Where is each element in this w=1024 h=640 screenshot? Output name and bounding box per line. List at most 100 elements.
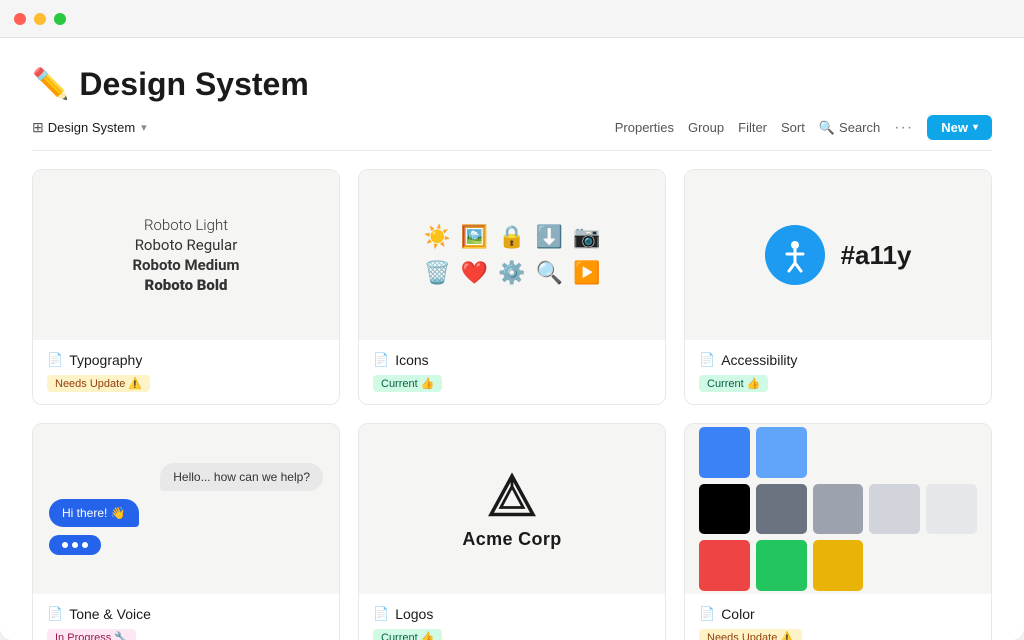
chevron-down-icon: ▾: [973, 122, 978, 133]
card-title: Logos: [395, 606, 433, 622]
page-title: Design System: [79, 66, 308, 103]
status-badge: In Progress 🔧: [47, 629, 136, 640]
swatch-blue: [699, 427, 750, 478]
main-content: ✏️ Design System ⊞ Design System ▾ Prope…: [0, 38, 1024, 640]
breadcrumb-label[interactable]: Design System: [48, 120, 135, 135]
card-title-row: 📄 Accessibility: [699, 352, 977, 368]
camera-icon: 📷: [573, 224, 600, 250]
play-icon: ▶️: [573, 260, 600, 286]
card-preview-accessibility: #a11y: [685, 170, 991, 340]
status-badge: Needs Update ⚠️: [699, 629, 802, 640]
card-body-accessibility: 📄 Accessibility Current 👍: [685, 340, 991, 404]
page-icon: ✏️: [32, 67, 69, 102]
chat-typing-indicator: [49, 535, 101, 555]
swatch-gray1: [756, 484, 807, 535]
swatch-green: [756, 540, 807, 591]
new-label: New: [941, 120, 968, 135]
card-preview-tone: Hello... how can we help? Hi there! 👋: [33, 424, 339, 594]
card-title: Typography: [69, 352, 142, 368]
card-body-logos: 📄 Logos Current 👍: [359, 594, 665, 640]
card-body-icons: 📄 Icons Current 👍: [359, 340, 665, 404]
grid-icon: ⊞: [32, 119, 44, 136]
status-badge: Current 👍: [373, 375, 442, 392]
card-typography[interactable]: Roboto Light Roboto Regular Roboto Mediu…: [32, 169, 340, 405]
group-button[interactable]: Group: [688, 120, 724, 135]
typo-medium: Roboto Medium: [132, 256, 239, 274]
swatch-gray4: [926, 484, 977, 535]
trash-icon: 🗑️: [423, 260, 450, 286]
swatch-black: [699, 484, 750, 535]
chat-dot-3: [82, 542, 88, 548]
swatch-red: [699, 540, 750, 591]
card-title-row: 📄 Color: [699, 606, 977, 622]
icons-preview: ☀️ 🖼️ 🔒 ⬇️ 📷 🗑️ ❤️ ⚙️ 🔍 ▶️: [413, 214, 610, 296]
doc-icon: 📄: [47, 352, 63, 368]
card-title: Accessibility: [721, 352, 797, 368]
swatch-empty-2: [869, 427, 920, 478]
logos-preview: Acme Corp: [462, 469, 561, 550]
swatch-lightblue: [756, 427, 807, 478]
chat-bubble-right: Hello... how can we help?: [160, 463, 323, 491]
card-logos[interactable]: Acme Corp 📄 Logos Current 👍: [358, 423, 666, 640]
new-button[interactable]: New ▾: [927, 115, 992, 140]
swatch-gray2: [813, 484, 864, 535]
swatch-gray3: [869, 484, 920, 535]
card-title: Icons: [395, 352, 428, 368]
toolbar: ⊞ Design System ▾ Properties Group Filte…: [32, 115, 992, 151]
color-grid: [699, 427, 977, 591]
image-icon: 🖼️: [461, 224, 488, 250]
chat-dot-1: [62, 542, 68, 548]
search-button[interactable]: 🔍 Search: [819, 120, 880, 136]
swatch-empty-1: [813, 427, 864, 478]
doc-icon: 📄: [373, 606, 389, 622]
titlebar: [0, 0, 1024, 38]
a11y-circle: [765, 225, 825, 285]
minimize-button[interactable]: [34, 13, 46, 25]
card-color[interactable]: 📄 Color Needs Update ⚠️: [684, 423, 992, 640]
accessibility-preview: #a11y: [765, 225, 912, 285]
a11y-text: #a11y: [841, 240, 912, 271]
card-title-row: 📄 Icons: [373, 352, 651, 368]
swatch-empty-5: [926, 540, 977, 591]
status-badge: Current 👍: [699, 375, 768, 392]
typography-preview: Roboto Light Roboto Regular Roboto Mediu…: [132, 216, 239, 294]
accessibility-person-icon: [777, 237, 813, 273]
status-badge: Needs Update ⚠️: [47, 375, 150, 392]
doc-icon: 📄: [47, 606, 63, 622]
card-body-tone: 📄 Tone & Voice In Progress 🔧: [33, 594, 339, 640]
card-icons[interactable]: ☀️ 🖼️ 🔒 ⬇️ 📷 🗑️ ❤️ ⚙️ 🔍 ▶️ 📄 Icons: [358, 169, 666, 405]
card-body-color: 📄 Color Needs Update ⚠️: [685, 594, 991, 640]
heart-icon: ❤️: [461, 260, 488, 286]
sort-button[interactable]: Sort: [781, 120, 805, 135]
card-tone-voice[interactable]: Hello... how can we help? Hi there! 👋 📄 …: [32, 423, 340, 640]
lock-icon: 🔒: [498, 224, 525, 250]
card-body-typography: 📄 Typography Needs Update ⚠️: [33, 340, 339, 404]
breadcrumb[interactable]: ⊞ Design System ▾: [32, 119, 147, 136]
close-button[interactable]: [14, 13, 26, 25]
swatch-empty-3: [926, 427, 977, 478]
toolbar-actions: Properties Group Filter Sort 🔍 Search ··…: [615, 115, 992, 140]
card-title-row: 📄 Logos: [373, 606, 651, 622]
download-icon: ⬇️: [536, 224, 563, 250]
typo-light: Roboto Light: [144, 216, 228, 234]
chevron-down-icon: ▾: [141, 121, 147, 134]
card-preview-icons: ☀️ 🖼️ 🔒 ⬇️ 📷 🗑️ ❤️ ⚙️ 🔍 ▶️: [359, 170, 665, 340]
search-label: Search: [839, 120, 880, 135]
card-preview-color: [685, 424, 991, 594]
card-preview-typography: Roboto Light Roboto Regular Roboto Mediu…: [33, 170, 339, 340]
card-title-row: 📄 Typography: [47, 352, 325, 368]
chat-bubble-blue: Hi there! 👋: [49, 499, 139, 527]
card-accessibility[interactable]: #a11y 📄 Accessibility Current 👍: [684, 169, 992, 405]
properties-button[interactable]: Properties: [615, 120, 674, 135]
typo-bold: Roboto Bold: [145, 276, 228, 294]
acme-logo-icon: [484, 469, 540, 525]
filter-button[interactable]: Filter: [738, 120, 767, 135]
acme-text: Acme Corp: [462, 529, 561, 550]
more-options-button[interactable]: ···: [894, 119, 913, 137]
search-icon: 🔍: [819, 120, 835, 136]
swatch-yellow: [813, 540, 864, 591]
color-swatches: [685, 424, 991, 594]
maximize-button[interactable]: [54, 13, 66, 25]
doc-icon: 📄: [699, 606, 715, 622]
card-title: Color: [721, 606, 754, 622]
